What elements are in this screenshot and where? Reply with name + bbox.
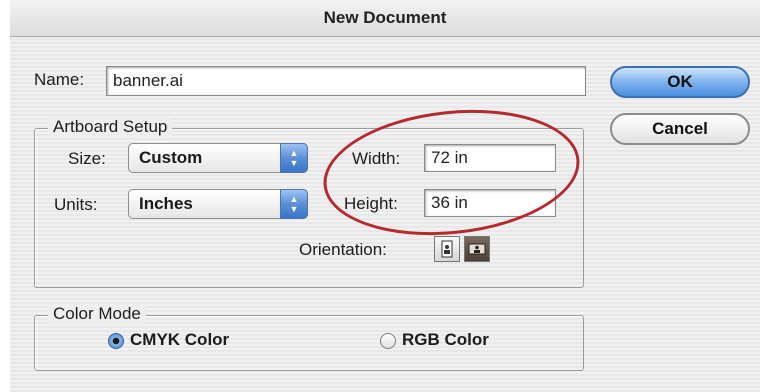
landscape-orientation-button[interactable] — [464, 236, 490, 262]
height-field[interactable]: 36 in — [424, 189, 556, 217]
height-label: Height: — [344, 194, 398, 213]
cmyk-label[interactable]: CMYK Color — [130, 330, 229, 350]
rgb-label[interactable]: RGB Color — [402, 330, 489, 350]
portrait-orientation-button[interactable] — [434, 236, 460, 262]
rgb-radio[interactable] — [380, 333, 396, 349]
name-field[interactable]: banner.ai — [106, 66, 586, 96]
new-document-dialog: New Document Name: banner.ai OK Cancel A… — [10, 0, 760, 392]
size-popup[interactable]: Custom ▲ ▼ — [128, 143, 308, 173]
units-value: Inches — [139, 194, 193, 213]
ok-button[interactable]: OK — [610, 66, 750, 98]
color-mode-title: Color Mode — [48, 304, 146, 324]
popup-stepper-icon: ▲ ▼ — [280, 189, 308, 219]
landscape-orientation-icon — [468, 243, 486, 255]
name-label: Name: — [34, 70, 85, 89]
size-value: Custom — [139, 148, 203, 167]
cmyk-radio[interactable] — [108, 333, 124, 349]
cancel-button[interactable]: Cancel — [610, 113, 750, 145]
dialog-title: New Document — [10, 0, 760, 37]
units-label: Units: — [54, 195, 98, 214]
popup-stepper-icon: ▲ ▼ — [280, 143, 308, 173]
width-label: Width: — [352, 149, 401, 168]
units-popup[interactable]: Inches ▲ ▼ — [128, 189, 308, 219]
width-field[interactable]: 72 in — [424, 144, 556, 172]
orientation-label: Orientation: — [299, 240, 387, 259]
artboard-setup-title: Artboard Setup — [48, 117, 173, 137]
size-label: Size: — [68, 149, 106, 168]
portrait-orientation-icon — [441, 240, 453, 258]
